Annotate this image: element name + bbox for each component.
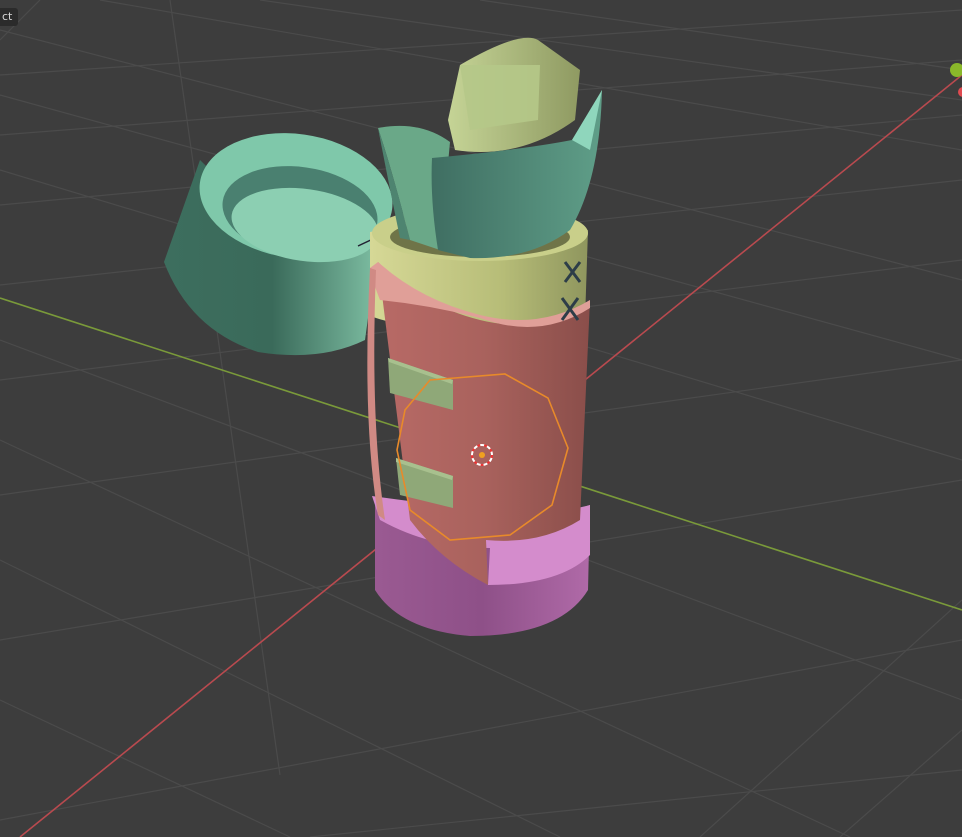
stalk-object[interactable] bbox=[448, 37, 580, 152]
mode-label: ct bbox=[0, 8, 19, 26]
gizmo-y-axis-icon[interactable] bbox=[950, 63, 962, 77]
viewport-scene[interactable] bbox=[0, 0, 962, 837]
3d-viewport[interactable]: ct bbox=[0, 0, 962, 837]
lid-object[interactable] bbox=[164, 121, 401, 356]
gizmo-x-axis-icon[interactable] bbox=[958, 87, 962, 97]
